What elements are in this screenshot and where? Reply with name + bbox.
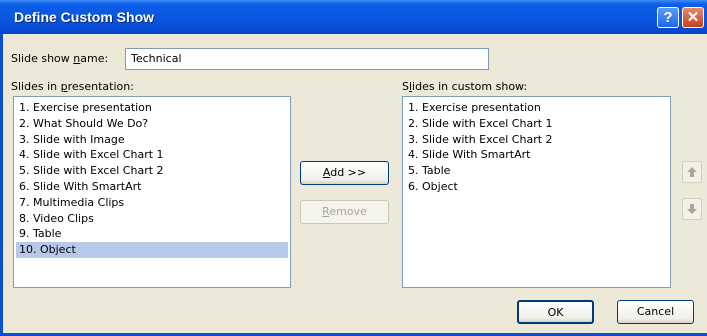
slides-in-presentation-list[interactable]: 1. Exercise presentation 2. What Should … — [13, 96, 291, 288]
cancel-button[interactable]: Cancel — [617, 300, 694, 324]
up-arrow-icon — [687, 167, 697, 177]
slides-in-presentation-label: Slides in presentation: — [11, 80, 134, 93]
slides-in-custom-show-label: Slides in custom show: — [402, 80, 528, 93]
list-item[interactable]: 3. Slide with Image — [16, 132, 288, 148]
list-item[interactable]: 1. Exercise presentation — [405, 100, 668, 116]
list-item[interactable]: 4. Slide with Excel Chart 1 — [16, 147, 288, 163]
list-item[interactable]: 9. Table — [16, 226, 288, 242]
title-bar[interactable]: Define Custom Show ? ✕ — [0, 0, 707, 34]
slide-show-name-label: Slide show name: — [11, 52, 109, 65]
list-item[interactable]: 6. Slide With SmartArt — [16, 179, 288, 195]
list-item-selected[interactable]: 10. Object — [16, 242, 288, 258]
down-arrow-icon — [687, 204, 697, 214]
list-item[interactable]: 6. Object — [405, 179, 668, 195]
list-item[interactable]: 5. Slide with Excel Chart 2 — [16, 163, 288, 179]
remove-button[interactable]: Remove — [300, 200, 389, 224]
list-item[interactable]: 2. Slide with Excel Chart 1 — [405, 116, 668, 132]
help-button[interactable]: ? — [657, 7, 679, 28]
list-item[interactable]: 1. Exercise presentation — [16, 100, 288, 116]
help-icon: ? — [663, 9, 673, 26]
list-item[interactable]: 2. What Should We Do? — [16, 116, 288, 132]
move-up-button[interactable] — [682, 161, 702, 183]
slides-in-custom-show-list[interactable]: 1. Exercise presentation 2. Slide with E… — [402, 96, 671, 288]
close-icon: ✕ — [686, 9, 700, 26]
list-item[interactable]: 5. Table — [405, 163, 668, 179]
close-button[interactable]: ✕ — [682, 7, 704, 28]
list-item[interactable]: 3. Slide with Excel Chart 2 — [405, 132, 668, 148]
define-custom-show-dialog: Define Custom Show ? ✕ Slide show name: … — [0, 0, 707, 336]
list-item[interactable]: 7. Multimedia Clips — [16, 195, 288, 211]
dialog-title: Define Custom Show — [14, 9, 155, 25]
add-button[interactable]: Add >> — [300, 161, 389, 185]
move-down-button[interactable] — [682, 198, 702, 220]
slide-show-name-input[interactable]: Technical — [125, 48, 489, 70]
ok-button[interactable]: OK — [517, 300, 594, 324]
list-item[interactable]: 4. Slide With SmartArt — [405, 147, 668, 163]
list-item[interactable]: 8. Video Clips — [16, 211, 288, 227]
